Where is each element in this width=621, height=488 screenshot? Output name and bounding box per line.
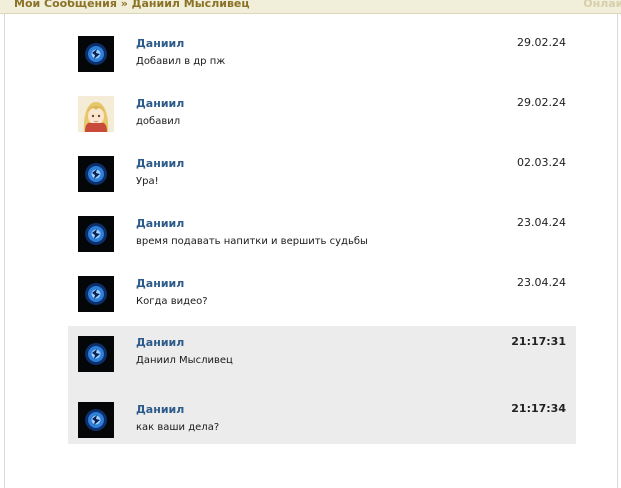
message-author[interactable]: Даниил: [136, 403, 184, 416]
message-author[interactable]: Даниил: [136, 157, 184, 170]
avatar-blue-orb-icon[interactable]: [78, 336, 114, 372]
avatar-anime-girl-icon[interactable]: [78, 96, 114, 132]
message-text: добавил: [136, 116, 181, 127]
message-date: 29.02.24: [517, 96, 566, 109]
message-text: Когда видео?: [136, 296, 208, 307]
avatar-blue-orb-icon[interactable]: [78, 216, 114, 252]
message-text: Ура!: [136, 176, 159, 187]
breadcrumb[interactable]: Мои Сообщения » Даниил Мысливец: [14, 0, 250, 10]
messages-page: Мои Сообщения » Даниил Мысливец Онлайн Д…: [0, 0, 621, 488]
message-item: Даниил Добавил в др пж 29.02.24: [68, 30, 576, 80]
message-item-unread: Даниил Даниил Мысливец 21:17:31: [68, 326, 576, 386]
avatar-blue-orb-icon[interactable]: [78, 402, 114, 438]
message-author[interactable]: Даниил: [136, 217, 184, 230]
message-text: Даниил Мысливец: [136, 355, 233, 366]
online-status: Онлайн: [583, 0, 621, 10]
message-time: 21:17:31: [511, 335, 566, 348]
message-text: Добавил в др пж: [136, 56, 226, 67]
message-item: Даниил добавил 29.02.24: [68, 90, 576, 140]
message-date: 29.02.24: [517, 36, 566, 49]
message-item: Даниил Ура! 02.03.24: [68, 150, 576, 200]
avatar-blue-orb-icon[interactable]: [78, 276, 114, 312]
message-date: 23.04.24: [517, 216, 566, 229]
message-text: время подавать напитки и вершить судьбы: [136, 236, 368, 247]
message-author[interactable]: Даниил: [136, 37, 184, 50]
message-author[interactable]: Даниил: [136, 97, 184, 110]
message-text: как ваши дела?: [136, 422, 220, 433]
message-time: 21:17:34: [511, 402, 566, 415]
message-author[interactable]: Даниил: [136, 277, 184, 290]
message-item: Даниил Когда видео? 23.04.24: [68, 270, 576, 320]
message-date: 02.03.24: [517, 156, 566, 169]
message-author[interactable]: Даниил: [136, 336, 184, 349]
message-date: 23.04.24: [517, 276, 566, 289]
avatar-blue-orb-icon[interactable]: [78, 156, 114, 192]
message-list: Даниил Добавил в др пж 29.02.24 Даниил д: [4, 14, 618, 488]
avatar-blue-orb-icon[interactable]: [78, 36, 114, 72]
message-item: Даниил время подавать напитки и вершить …: [68, 210, 576, 260]
header-bar: Мои Сообщения » Даниил Мысливец Онлайн: [0, 0, 621, 14]
message-item-unread: Даниил как ваши дела? 21:17:34: [68, 386, 576, 444]
